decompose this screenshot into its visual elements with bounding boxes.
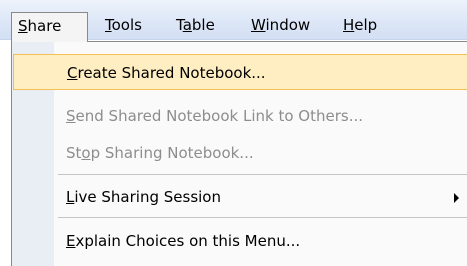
menu-table[interactable]: Table [176, 12, 215, 40]
menu-table-accel: a [182, 16, 192, 34]
menu-share-accel: S [18, 17, 28, 35]
create-shared-notebook-accel: C [67, 64, 78, 82]
menu-separator [58, 174, 467, 175]
live-sharing-session-item[interactable]: Live Sharing Session [13, 179, 467, 215]
stop-sharing-notebook-pre: St [66, 144, 82, 162]
create-shared-notebook-label: Create Shared Notebook... [67, 55, 266, 91]
menu-help-accel: H [343, 16, 355, 34]
share-menu-dropdown: Create Shared Notebook... Send Shared No… [11, 41, 467, 266]
menu-table-label: ble [191, 16, 215, 34]
menu-share-label: hare [27, 17, 62, 35]
create-shared-notebook-text: reate Shared Notebook... [77, 64, 266, 82]
live-sharing-session-text: ive Sharing Session [74, 188, 221, 206]
menu-help[interactable]: Help [343, 12, 377, 40]
explain-choices-text: xplain Choices on this Menu... [75, 232, 301, 250]
menu-separator [58, 217, 467, 218]
stop-sharing-notebook-label: Stop Sharing Notebook... [66, 135, 254, 171]
explain-choices-label: Explain Choices on this Menu... [66, 223, 300, 259]
chevron-right-icon [454, 193, 459, 203]
create-shared-notebook-item[interactable]: Create Shared Notebook... [13, 54, 467, 90]
menu-share[interactable]: Share [11, 12, 88, 42]
send-shared-notebook-link-accel: S [66, 107, 76, 125]
send-shared-notebook-link-text: end Shared Notebook Link to Others... [75, 107, 363, 125]
send-shared-notebook-link-label: Send Shared Notebook Link to Others... [66, 98, 363, 134]
explain-choices-item[interactable]: Explain Choices on this Menu... [13, 223, 467, 259]
send-shared-notebook-link-item: Send Shared Notebook Link to Others... [13, 98, 467, 134]
menu-window[interactable]: Window [251, 12, 310, 40]
menu-table-pre: T [176, 16, 183, 34]
menu-window-label: indow [265, 16, 311, 34]
menu-tools-label: ools [111, 16, 142, 34]
menu-tools[interactable]: Tools [105, 12, 142, 40]
menu-help-label: elp [354, 16, 378, 34]
menu-tools-accel: T [105, 16, 112, 34]
stop-sharing-notebook-text: p Sharing Notebook... [90, 144, 254, 162]
menu-window-accel: W [251, 16, 266, 34]
live-sharing-session-label: Live Sharing Session [66, 179, 221, 215]
stop-sharing-notebook-item: Stop Sharing Notebook... [13, 135, 467, 171]
stop-sharing-notebook-accel: o [81, 144, 91, 162]
menu-bar: Share Tools Table Window Help [0, 0, 467, 42]
